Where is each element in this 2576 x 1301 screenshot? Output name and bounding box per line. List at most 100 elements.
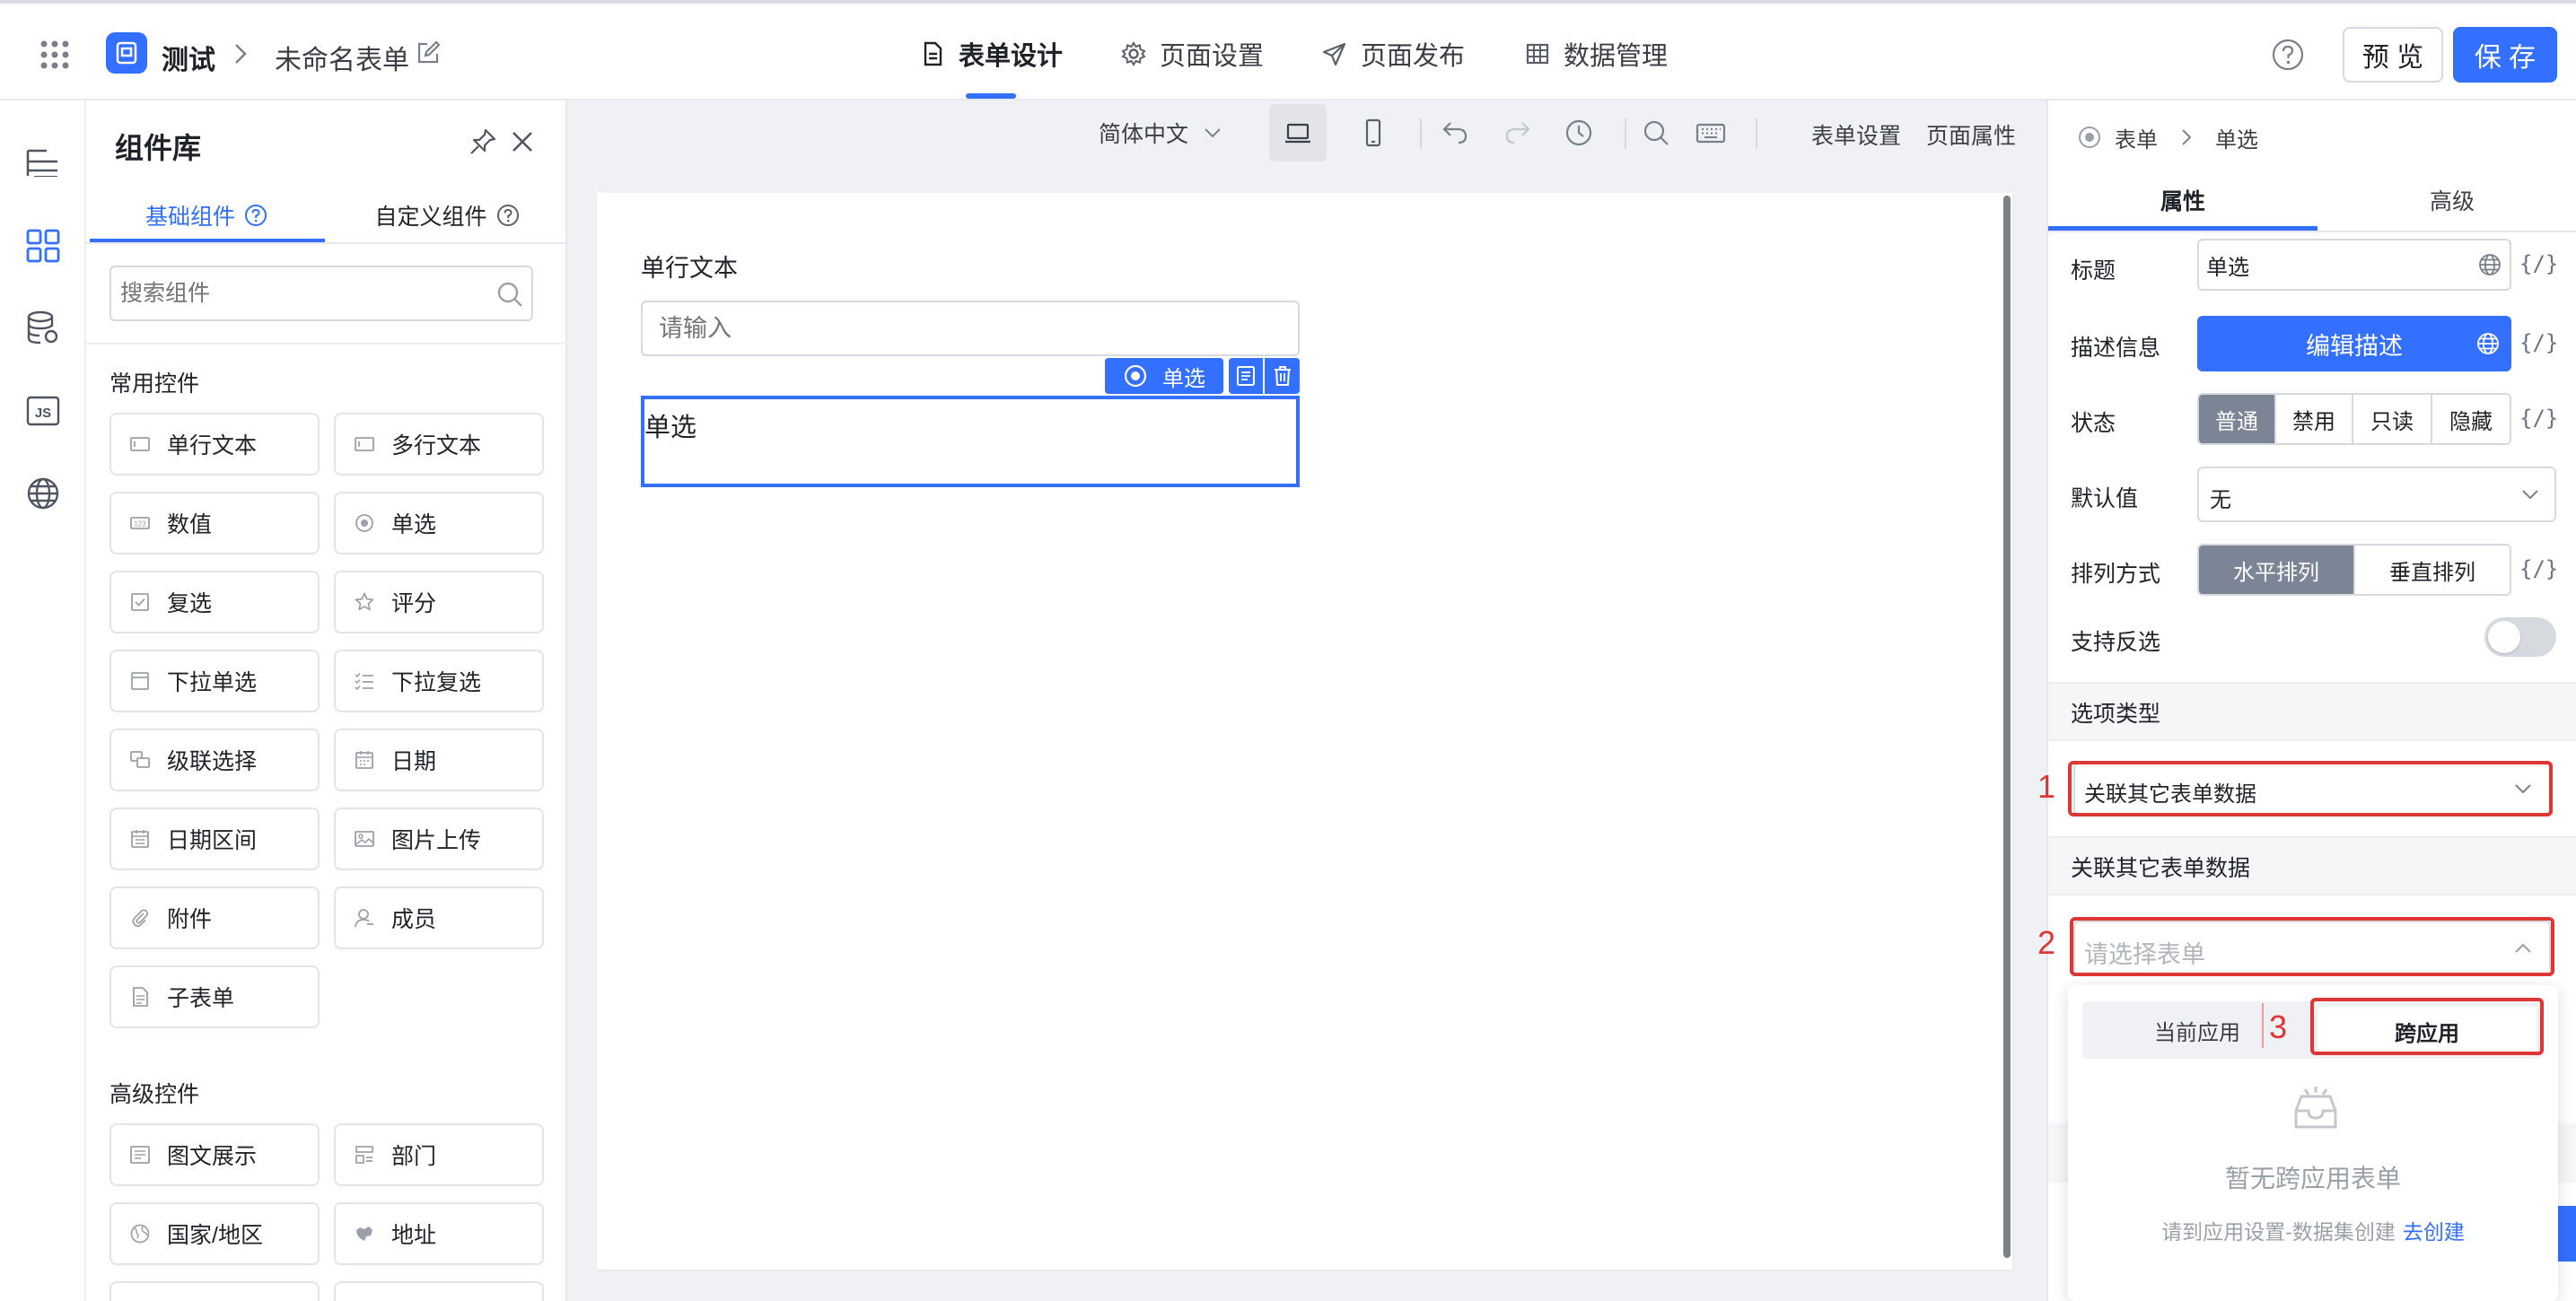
- invert-toggle[interactable]: [2484, 617, 2556, 657]
- comp-cascade[interactable]: 级联选择: [110, 729, 320, 791]
- comp-date-range[interactable]: 日期区间: [110, 808, 320, 870]
- redo-icon[interactable]: [1503, 118, 1533, 148]
- js-icon[interactable]: JS: [23, 391, 63, 431]
- comp-date[interactable]: 日期: [334, 729, 544, 791]
- page-props-link[interactable]: 页面属性: [1926, 118, 2016, 151]
- map-icon: [354, 1223, 375, 1244]
- canvas-scrollbar[interactable]: [2003, 196, 2011, 1258]
- globe-icon[interactable]: [23, 474, 63, 513]
- edit-icon[interactable]: [415, 39, 442, 66]
- comp-attachment[interactable]: 附件: [110, 886, 320, 949]
- expression-binding-icon[interactable]: {/}: [2519, 330, 2558, 355]
- comp-subform[interactable]: 子表单: [110, 965, 320, 1028]
- search-icon[interactable]: [1641, 118, 1671, 148]
- globe-icon: [129, 1223, 151, 1244]
- tab-advanced[interactable]: 高级: [2318, 172, 2576, 228]
- properties-panel: 表单 单选 属性 高级 标题 {/} 描述信息 编辑描述 {/} 状态 普通 禁…: [2046, 100, 2576, 1301]
- preview-button[interactable]: 预 览: [2343, 27, 2443, 83]
- send-icon: [1321, 40, 1348, 67]
- expression-binding-icon[interactable]: {/}: [2519, 406, 2558, 431]
- tab-form-design[interactable]: 表单设计: [919, 9, 1063, 99]
- help-icon[interactable]: [244, 204, 267, 227]
- datasource-icon[interactable]: [23, 309, 63, 348]
- state-option-disabled[interactable]: 禁用: [2276, 395, 2353, 443]
- comp-checkbox[interactable]: 复选: [110, 571, 320, 633]
- comp-address[interactable]: 地址: [334, 1202, 544, 1265]
- comp-single-line-text[interactable]: 单行文本: [110, 413, 320, 476]
- edit-description-button[interactable]: 编辑描述: [2197, 316, 2511, 371]
- help-icon[interactable]: [2271, 38, 2305, 72]
- panel-divider: [86, 343, 567, 345]
- field-label: 单选: [644, 414, 697, 442]
- comp-partial-row[interactable]: [334, 1281, 544, 1301]
- tab-label: 数据管理: [1564, 42, 1669, 71]
- comp-rating[interactable]: 评分: [334, 571, 544, 633]
- comp-partial-row[interactable]: [110, 1281, 320, 1301]
- layout-option-horizontal[interactable]: 水平排列: [2199, 546, 2355, 594]
- copy-component-button[interactable]: [1229, 358, 1263, 394]
- tab-custom-components[interactable]: 自定义组件: [327, 190, 567, 240]
- globe-icon[interactable]: [2477, 252, 2502, 277]
- layout-option-vertical[interactable]: 垂直排列: [2355, 546, 2510, 594]
- language-select[interactable]: 简体中文: [1099, 100, 1224, 165]
- left-icon-bar: JS: [0, 100, 86, 1301]
- comp-member[interactable]: 成员: [334, 886, 544, 949]
- comp-number[interactable]: 123 数值: [110, 492, 320, 554]
- selected-component-tag[interactable]: 单选: [1105, 358, 1223, 394]
- state-option-hidden[interactable]: 隐藏: [2432, 395, 2510, 443]
- comp-department[interactable]: 部门: [334, 1123, 544, 1186]
- history-icon[interactable]: [1564, 118, 1594, 148]
- globe-icon[interactable]: [2475, 331, 2501, 356]
- comp-dropdown-single[interactable]: 下拉单选: [110, 650, 320, 712]
- close-icon[interactable]: [508, 127, 537, 156]
- components-icon[interactable]: [23, 226, 63, 266]
- comp-country-region[interactable]: 国家/地区: [110, 1202, 320, 1265]
- comp-label: 成员: [391, 907, 437, 932]
- outline-icon[interactable]: [23, 144, 63, 183]
- help-icon[interactable]: [496, 204, 520, 227]
- expression-binding-icon[interactable]: {/}: [2519, 556, 2558, 581]
- app-name[interactable]: 测试: [162, 38, 215, 77]
- tab-data-management[interactable]: 数据管理: [1524, 9, 1668, 99]
- comp-radio[interactable]: 单选: [334, 492, 544, 554]
- state-option-readonly[interactable]: 只读: [2353, 395, 2432, 443]
- star-icon: [354, 591, 375, 613]
- comp-image-upload[interactable]: 图片上传: [334, 808, 544, 870]
- comp-label: 日期: [391, 749, 437, 774]
- tab-page-settings[interactable]: 页面设置: [1120, 9, 1264, 99]
- search-icon[interactable]: [495, 280, 524, 309]
- mobile-view-button[interactable]: [1345, 104, 1402, 162]
- expression-binding-icon[interactable]: {/}: [2519, 251, 2558, 276]
- tab-properties[interactable]: 属性: [2048, 172, 2318, 228]
- undo-icon[interactable]: [1440, 118, 1470, 148]
- selected-radio-field[interactable]: 单选: [641, 396, 1300, 487]
- pin-icon[interactable]: [469, 127, 497, 156]
- comp-multi-line-text[interactable]: 多行文本: [334, 413, 544, 476]
- state-segmented-control: 普通 禁用 只读 隐藏: [2197, 393, 2511, 445]
- empty-hint: 请到应用设置-数据集创建: [2161, 1220, 2396, 1244]
- title-input[interactable]: [2206, 246, 2458, 284]
- create-link[interactable]: 去创建: [2403, 1215, 2465, 1245]
- comp-label: 数值: [167, 512, 213, 537]
- form-canvas: 单行文本 单选 单选: [597, 193, 2012, 1270]
- desktop-view-button[interactable]: [1269, 104, 1327, 162]
- form-settings-link[interactable]: 表单设置: [1811, 118, 1901, 151]
- toolbar-divider: [1625, 118, 1626, 149]
- comp-dropdown-multi[interactable]: 下拉复选: [334, 650, 544, 712]
- keyboard-icon[interactable]: [1695, 118, 1727, 148]
- tabs-divider: [2048, 231, 2576, 232]
- tab-basic-components[interactable]: 基础组件: [86, 190, 327, 240]
- delete-component-button[interactable]: [1265, 358, 1300, 394]
- app-grid-icon[interactable]: [39, 39, 70, 70]
- search-input[interactable]: [120, 273, 479, 314]
- tab-page-publish[interactable]: 页面发布: [1321, 9, 1465, 99]
- single-line-text-input[interactable]: [641, 301, 1300, 356]
- default-value-select[interactable]: 无: [2197, 467, 2556, 522]
- comp-rich-text[interactable]: 图文展示: [110, 1123, 320, 1186]
- annotation-box: [2310, 998, 2544, 1055]
- breadcrumb-item[interactable]: 表单: [2115, 122, 2158, 153]
- save-button[interactable]: 保 存: [2453, 27, 2557, 83]
- annotation-box: [2068, 761, 2553, 816]
- annotation-number: 1: [2037, 768, 2056, 805]
- state-option-normal[interactable]: 普通: [2199, 395, 2276, 443]
